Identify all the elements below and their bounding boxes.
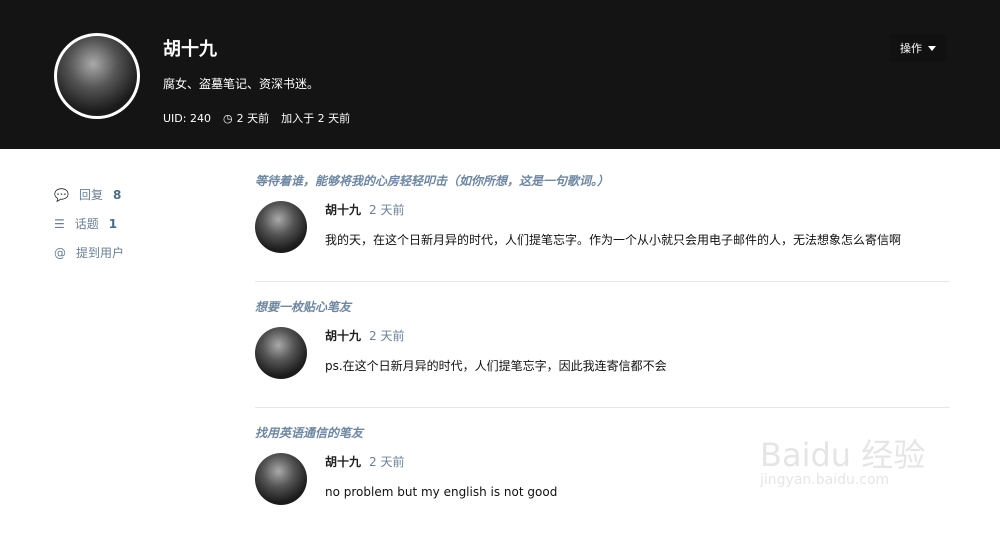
- nav-label: 话题: [74, 217, 99, 231]
- nav-mentions[interactable]: @ 提到用户: [54, 238, 214, 267]
- avatar[interactable]: [255, 453, 307, 505]
- author-name[interactable]: 胡十九: [325, 453, 361, 470]
- nav-topics[interactable]: ☰ 话题 1: [54, 209, 214, 238]
- feed-post: 等待着谁，能够将我的心房轻轻叩击（如你所想，这是一句歌词。） 胡十九 2 天前 …: [255, 172, 950, 282]
- post-title-link[interactable]: 想要一枚贴心笔友: [255, 298, 950, 315]
- actions-label: 操作: [900, 42, 922, 55]
- profile-header: 胡十九 腐女、盗墓笔记、资深书迷。 UID: 240 ◷ 2 天前 加入于 2 …: [0, 0, 1000, 149]
- feed-post: 想要一枚贴心笔友 胡十九 2 天前 ps.在这个日新月异的时代，人们提笔忘字，因…: [255, 298, 950, 408]
- profile-nav: 💬 回复 8 ☰ 话题 1 @ 提到用户: [54, 180, 214, 267]
- post-body: 我的天，在这个日新月异的时代，人们提笔忘字。作为一个从小就只会用电子邮件的人，无…: [325, 233, 902, 247]
- list-icon: ☰: [54, 216, 65, 231]
- profile-bio: 腐女、盗墓笔记、资深书迷。: [163, 77, 320, 91]
- at-icon: @: [54, 245, 66, 260]
- avatar[interactable]: [255, 327, 307, 379]
- nav-count: 1: [108, 216, 118, 231]
- last-seen: ◷ 2 天前: [223, 110, 269, 126]
- post-body: ps.在这个日新月异的时代，人们提笔忘字，因此我连寄信都不会: [325, 359, 667, 373]
- last-seen-text: 2 天前: [236, 112, 270, 125]
- avatar[interactable]: [255, 201, 307, 253]
- joined-text: 加入于 2 天前: [281, 112, 351, 125]
- uid-text: UID: 240: [163, 111, 211, 125]
- caret-down-icon: [928, 45, 936, 51]
- profile-meta: UID: 240 ◷ 2 天前 加入于 2 天前: [163, 110, 350, 126]
- watermark-title: Baidu 经验: [760, 436, 926, 474]
- nav-replies[interactable]: 💬 回复 8: [54, 180, 214, 209]
- nav-label: 回复: [78, 188, 103, 202]
- post-time: 2 天前: [369, 203, 405, 217]
- profile-name: 胡十九: [163, 39, 217, 60]
- comment-icon: 💬: [54, 187, 69, 202]
- clock-icon: ◷: [222, 111, 233, 125]
- watermark-sub: jingyan.baidu.com: [760, 472, 890, 488]
- nav-count: 8: [112, 187, 122, 202]
- nav-label: 提到用户: [76, 246, 125, 260]
- avatar[interactable]: [54, 33, 140, 119]
- watermark: Baidu 经验 jingyan.baidu.com: [760, 430, 925, 488]
- post-title-link[interactable]: 等待着谁，能够将我的心房轻轻叩击（如你所想，这是一句歌词。）: [255, 172, 950, 189]
- author-name[interactable]: 胡十九: [325, 327, 361, 344]
- activity-feed: 等待着谁，能够将我的心房轻轻叩击（如你所想，这是一句歌词。） 胡十九 2 天前 …: [255, 172, 950, 549]
- post-body: no problem but my english is not good: [325, 485, 558, 499]
- actions-dropdown-button[interactable]: 操作: [890, 34, 946, 62]
- post-time: 2 天前: [369, 329, 405, 343]
- author-name[interactable]: 胡十九: [325, 201, 361, 218]
- post-time: 2 天前: [369, 455, 405, 469]
